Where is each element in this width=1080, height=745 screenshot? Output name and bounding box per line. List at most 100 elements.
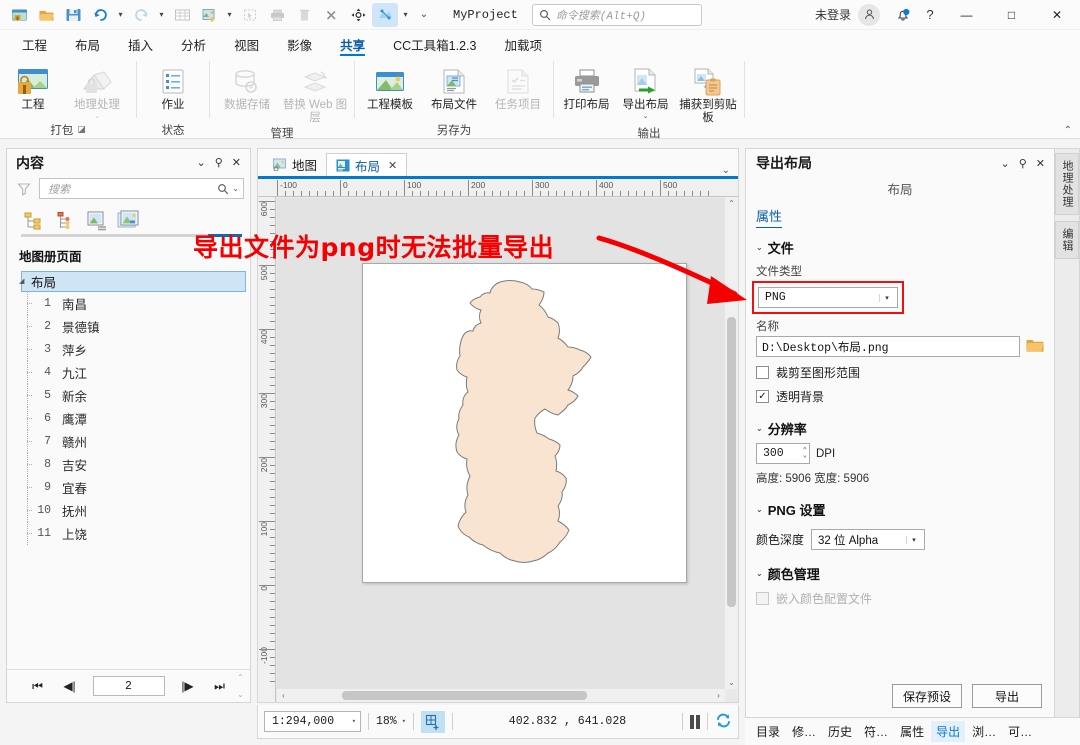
section-resolution[interactable]: ⌄ 分辨率: [756, 419, 1044, 438]
undo-icon[interactable]: [87, 3, 113, 27]
color-depth-select[interactable]: 32 位 Alpha ▾: [811, 529, 926, 550]
chevron-down-icon[interactable]: ⌄: [197, 156, 206, 169]
folder-icon[interactable]: [1026, 338, 1044, 356]
ribbon-tab-project[interactable]: 工程: [8, 31, 61, 57]
list-item[interactable]: 9 宜春: [7, 476, 250, 499]
clip-to-graphics-row[interactable]: 裁剪至图形范围: [756, 364, 1044, 381]
redo-icon[interactable]: [128, 3, 154, 27]
scroll-down-icon[interactable]: ⌄: [725, 678, 738, 687]
scroll-up-icon[interactable]: ⌃: [725, 199, 738, 208]
scroll-left-icon[interactable]: ‹: [277, 691, 290, 700]
list-item[interactable]: 1 南昌: [7, 292, 250, 315]
section-png-settings[interactable]: ⌄ PNG 设置: [756, 500, 1044, 519]
section-file[interactable]: ⌄ 文件: [756, 238, 1044, 257]
close-button[interactable]: ✕: [1034, 0, 1080, 30]
ribbon-button-export-layout[interactable]: 导出布局 ⌄: [617, 61, 674, 120]
chevron-down-icon[interactable]: ▾: [879, 293, 894, 302]
add-data-icon[interactable]: [196, 3, 222, 27]
list-by-drawing-order-icon[interactable]: [21, 209, 47, 233]
ribbon-button-project-template[interactable]: 工程模板: [359, 61, 421, 112]
zoom-level-combo[interactable]: 18% ▾: [376, 715, 406, 728]
save-preset-button[interactable]: 保存预设: [891, 684, 962, 708]
ribbon-button-capture-clipboard[interactable]: 捕获到剪贴板: [676, 61, 740, 125]
list-item[interactable]: 6 鹰潭: [7, 407, 250, 430]
ribbon-button-package-project[interactable]: 工程: [4, 61, 62, 112]
explore-dropdown-icon[interactable]: ▾: [399, 3, 412, 27]
list-item[interactable]: 2 景德镇: [7, 315, 250, 338]
customize-icon[interactable]: ⌄: [413, 3, 435, 27]
sidetab-geoprocessing[interactable]: 地理处理: [1055, 153, 1079, 215]
tab-history[interactable]: 历史: [823, 721, 857, 742]
ribbon-button-layout-file[interactable]: 布局文件: [423, 61, 485, 112]
chevron-down-icon[interactable]: ▾: [352, 717, 356, 726]
close-icon[interactable]: ✕: [388, 159, 397, 172]
file-type-select[interactable]: PNG ▾: [758, 287, 898, 308]
explore-icon[interactable]: [372, 2, 398, 27]
list-item[interactable]: 7 赣州: [7, 430, 250, 453]
page-number-input[interactable]: 2: [92, 676, 165, 696]
close-icon[interactable]: ✕: [232, 156, 241, 169]
first-page-button[interactable]: ⏮: [29, 679, 47, 694]
save-project-icon[interactable]: [60, 3, 86, 27]
export-button[interactable]: 导出: [972, 684, 1042, 708]
tab-catalog[interactable]: 目录: [751, 721, 785, 742]
redo-dropdown-icon[interactable]: ▾: [155, 3, 168, 27]
ribbon-tab-layout[interactable]: 布局: [61, 31, 114, 57]
section-color-management[interactable]: ⌄ 颜色管理: [756, 564, 1044, 583]
list-item[interactable]: 10 抚州: [7, 499, 250, 522]
list-item[interactable]: 4 九江: [7, 361, 250, 384]
tab-map[interactable]: 地图: [264, 153, 326, 176]
dpi-stepper[interactable]: 300 ⌃ ⌄: [756, 443, 810, 464]
undo-dropdown-icon[interactable]: ▾: [114, 3, 127, 27]
list-item[interactable]: 11 上饶: [7, 522, 250, 545]
tab-modify[interactable]: 修…: [787, 721, 821, 742]
chevron-down-icon[interactable]: ⌄: [232, 184, 239, 193]
new-project-icon[interactable]: [6, 3, 32, 27]
transparent-background-row[interactable]: ✓ 透明背景: [756, 388, 1044, 405]
chevron-down-icon[interactable]: ▾: [402, 717, 406, 726]
scroll-right-icon[interactable]: ›: [712, 691, 725, 700]
file-name-input[interactable]: D:\Desktop\布局.png: [756, 336, 1020, 357]
dialog-launcher-icon[interactable]: ◪: [77, 124, 86, 135]
transparent-background-checkbox[interactable]: ✓: [756, 390, 769, 403]
scrollbar-thumb[interactable]: [727, 317, 736, 607]
open-project-icon[interactable]: [33, 3, 59, 27]
ribbon-tab-addins[interactable]: 加载项: [490, 31, 556, 57]
ribbon-collapse-icon[interactable]: ⌃: [1064, 125, 1072, 136]
ribbon-button-print-layout[interactable]: 打印布局: [558, 61, 615, 112]
pan-icon[interactable]: [345, 3, 371, 27]
pause-drawing-icon[interactable]: [690, 714, 700, 729]
sidetab-edit[interactable]: 编辑: [1055, 221, 1079, 259]
spinner-arrows-icon[interactable]: ⌃ ⌄: [803, 447, 807, 459]
delete-icon[interactable]: [291, 3, 317, 27]
chevron-down-icon[interactable]: ⌄: [643, 113, 649, 120]
tree-item-layout[interactable]: 布局: [21, 271, 246, 292]
pin-icon[interactable]: ⚲: [1019, 157, 1027, 170]
scrollbar-thumb[interactable]: [342, 691, 587, 700]
contents-search-input[interactable]: 搜索 ⌄: [39, 178, 244, 199]
table-icon[interactable]: [169, 3, 195, 27]
refresh-icon[interactable]: [715, 712, 732, 732]
command-search-input[interactable]: 命令搜索(Alt+Q): [531, 3, 702, 26]
canvas-horizontal-scrollbar[interactable]: ‹ ›: [277, 689, 725, 702]
notifications-icon[interactable]: [890, 7, 916, 23]
list-item[interactable]: 3 萍乡: [7, 338, 250, 361]
list-item[interactable]: 5 新余: [7, 384, 250, 407]
sign-in-status[interactable]: 未登录: [815, 6, 851, 23]
ribbon-button-task-item[interactable]: 任务项目: [487, 61, 549, 112]
scroll-up-icon[interactable]: ⌃: [237, 673, 244, 682]
ribbon-tab-share[interactable]: 共享: [326, 31, 379, 57]
add-data-dropdown-icon[interactable]: ▾: [223, 3, 236, 27]
map-scale-combo[interactable]: 1:294,000 ▾: [264, 711, 361, 732]
avatar[interactable]: [858, 3, 880, 26]
ribbon-button-data-store[interactable]: 数据存储: [214, 61, 280, 112]
print-icon[interactable]: [264, 3, 290, 27]
minimize-button[interactable]: —: [944, 0, 989, 30]
last-page-button[interactable]: ⏭: [211, 679, 229, 694]
scroll-down-icon[interactable]: ⌄: [237, 690, 244, 699]
ribbon-button-package-geoprocessing[interactable]: 地理处理 ⌄: [64, 61, 130, 120]
select-icon[interactable]: [237, 3, 263, 27]
list-by-map-series-icon[interactable]: [117, 209, 143, 233]
tab-more[interactable]: 可…: [1003, 721, 1037, 742]
ribbon-tab-view[interactable]: 视图: [220, 31, 273, 57]
